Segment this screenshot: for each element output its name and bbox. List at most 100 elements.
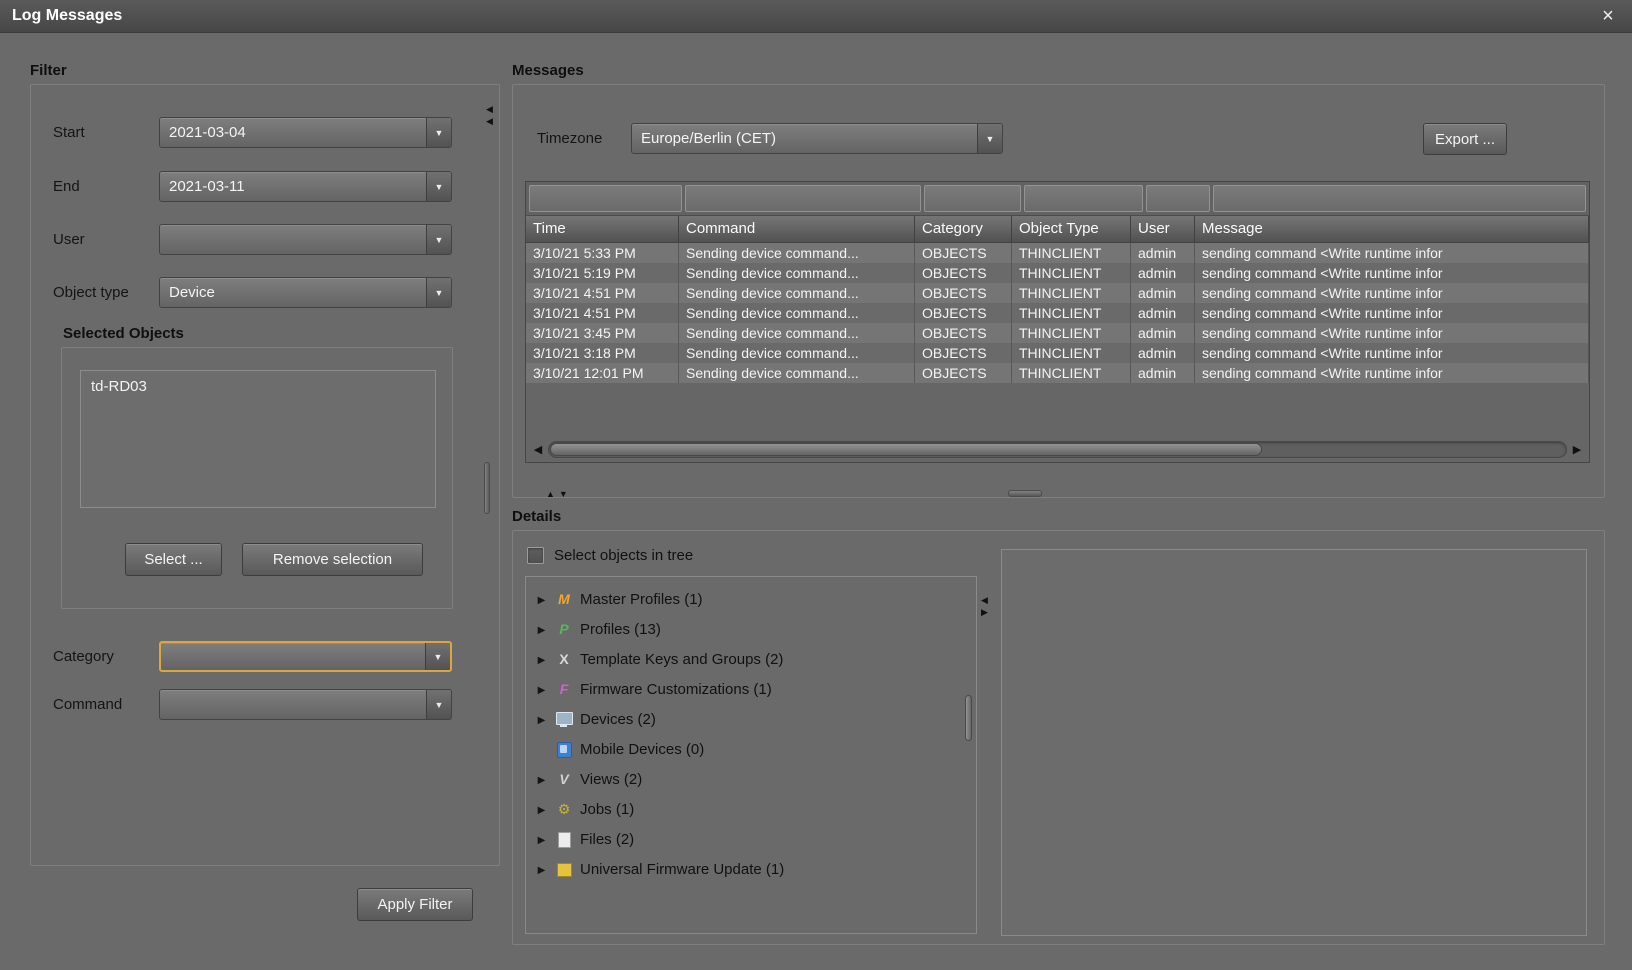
table-filter-row xyxy=(526,182,1589,216)
end-date-select[interactable]: 2021-03-11 xyxy=(159,171,452,202)
column-filter-input[interactable] xyxy=(529,185,682,212)
selected-objects-group-label: Selected Objects xyxy=(63,325,184,342)
splitter-left-icon[interactable] xyxy=(486,104,493,114)
timezone-value: Europe/Berlin (CET) xyxy=(632,124,977,153)
column-header-command[interactable]: Command xyxy=(679,216,915,242)
expand-icon[interactable] xyxy=(535,830,548,848)
chevron-down-icon[interactable] xyxy=(426,172,451,201)
horizontal-scrollbar[interactable] xyxy=(526,436,1589,462)
end-date-value: 2021-03-11 xyxy=(160,172,426,201)
detail-message-view[interactable] xyxy=(1001,549,1587,936)
column-filter-input[interactable] xyxy=(1213,185,1586,212)
devices-icon xyxy=(555,711,573,728)
horizontal-splitter-grip[interactable] xyxy=(1008,490,1042,497)
close-icon[interactable] xyxy=(1596,4,1620,28)
column-filter-input[interactable] xyxy=(924,185,1021,212)
table-row[interactable]: 3/10/21 5:33 PM Sending device command..… xyxy=(526,243,1589,263)
column-filter-input[interactable] xyxy=(1024,185,1143,212)
expand-icon[interactable] xyxy=(535,860,548,878)
messages-group-label: Messages xyxy=(512,62,584,79)
expand-icon[interactable] xyxy=(535,590,548,608)
column-header-message[interactable]: Message xyxy=(1195,216,1589,242)
table-row[interactable]: 3/10/21 3:18 PM Sending device command..… xyxy=(526,343,1589,363)
tree-item-devices[interactable]: Devices (2) xyxy=(526,704,976,734)
tree-item-profiles[interactable]: Profiles (13) xyxy=(526,614,976,644)
scroll-right-icon[interactable] xyxy=(1570,443,1584,456)
messages-details-splitter-collapse[interactable] xyxy=(546,489,568,499)
scroll-left-icon[interactable] xyxy=(531,443,545,456)
table-row[interactable]: 3/10/21 5:19 PM Sending device command..… xyxy=(526,263,1589,283)
start-date-select[interactable]: 2021-03-04 xyxy=(159,117,452,148)
user-select[interactable] xyxy=(159,224,452,255)
vertical-splitter-grip[interactable] xyxy=(484,462,490,514)
table-row[interactable]: 3/10/21 3:45 PM Sending device command..… xyxy=(526,323,1589,343)
titlebar: Log Messages xyxy=(0,0,1632,33)
mobile-devices-icon xyxy=(555,741,573,758)
table-row[interactable]: 3/10/21 12:01 PM Sending device command.… xyxy=(526,363,1589,383)
expand-icon[interactable] xyxy=(535,710,548,728)
tree-item-jobs[interactable]: Jobs (1) xyxy=(526,794,976,824)
expand-icon[interactable] xyxy=(535,620,548,638)
scrollbar-track[interactable] xyxy=(548,441,1567,458)
filter-splitter-collapse[interactable] xyxy=(486,104,493,126)
tree-item-template-keys[interactable]: Template Keys and Groups (2) xyxy=(526,644,976,674)
column-header-time[interactable]: Time xyxy=(526,216,679,242)
column-header-category[interactable]: Category xyxy=(915,216,1012,242)
table-header-row: Time Command Category Object Type User M… xyxy=(526,216,1589,243)
tree-scrollbar-thumb[interactable] xyxy=(965,695,972,741)
user-value xyxy=(160,225,426,254)
checkbox-label: Select objects in tree xyxy=(554,547,693,565)
table-row[interactable]: 3/10/21 4:51 PM Sending device command..… xyxy=(526,303,1589,323)
column-filter-input[interactable] xyxy=(1146,185,1210,212)
tree-item-master-profiles[interactable]: Master Profiles (1) xyxy=(526,584,976,614)
chevron-down-icon[interactable] xyxy=(425,643,450,670)
selected-objects-list[interactable]: td-RD03 xyxy=(80,370,436,508)
remove-selection-button[interactable]: Remove selection xyxy=(242,543,423,576)
column-filter-input[interactable] xyxy=(685,185,921,212)
object-type-select[interactable]: Device xyxy=(159,277,452,308)
filter-panel: Start 2021-03-04 End 2021-03-11 User Obj… xyxy=(30,84,500,866)
start-date-value: 2021-03-04 xyxy=(160,118,426,147)
splitter-left-icon[interactable] xyxy=(981,595,988,605)
tree-item-firmware-customizations[interactable]: Firmware Customizations (1) xyxy=(526,674,976,704)
tree-item-files[interactable]: Files (2) xyxy=(526,824,976,854)
apply-filter-button[interactable]: Apply Filter xyxy=(357,888,473,921)
chevron-down-icon[interactable] xyxy=(426,225,451,254)
tree-item-mobile-devices[interactable]: Mobile Devices (0) xyxy=(526,734,976,764)
tree-item-views[interactable]: Views (2) xyxy=(526,764,976,794)
files-icon xyxy=(555,831,573,848)
profiles-icon xyxy=(555,621,573,638)
timezone-select[interactable]: Europe/Berlin (CET) xyxy=(631,123,1003,154)
chevron-down-icon[interactable] xyxy=(426,690,451,719)
category-select[interactable] xyxy=(159,641,452,672)
select-objects-in-tree-checkbox[interactable] xyxy=(527,547,544,564)
splitter-down-icon[interactable] xyxy=(559,489,568,499)
chevron-down-icon[interactable] xyxy=(977,124,1002,153)
select-objects-button[interactable]: Select ... xyxy=(125,543,222,576)
expand-icon[interactable] xyxy=(535,650,548,668)
table-row[interactable]: 3/10/21 4:51 PM Sending device command..… xyxy=(526,283,1589,303)
universal-firmware-update-icon xyxy=(555,861,573,878)
expand-icon[interactable] xyxy=(535,800,548,818)
command-select[interactable] xyxy=(159,689,452,720)
column-header-user[interactable]: User xyxy=(1131,216,1195,242)
firmware-customizations-icon xyxy=(555,681,573,698)
chevron-down-icon[interactable] xyxy=(426,118,451,147)
expand-icon[interactable] xyxy=(535,680,548,698)
scrollbar-thumb[interactable] xyxy=(550,443,1262,456)
splitter-left-icon[interactable] xyxy=(486,116,493,126)
details-splitter-collapse[interactable] xyxy=(981,595,988,617)
chevron-down-icon[interactable] xyxy=(426,278,451,307)
export-button[interactable]: Export ... xyxy=(1423,123,1507,155)
selected-objects-panel: td-RD03 Select ... Remove selection xyxy=(61,347,453,609)
column-header-object-type[interactable]: Object Type xyxy=(1012,216,1131,242)
jobs-icon xyxy=(555,801,573,818)
views-icon xyxy=(555,771,573,788)
splitter-up-icon[interactable] xyxy=(546,489,555,499)
expand-icon[interactable] xyxy=(535,770,548,788)
splitter-right-icon[interactable] xyxy=(981,607,988,617)
category-label: Category xyxy=(53,641,114,672)
list-item[interactable]: td-RD03 xyxy=(81,371,435,402)
user-label: User xyxy=(53,224,85,255)
tree-item-universal-firmware-update[interactable]: Universal Firmware Update (1) xyxy=(526,854,976,884)
